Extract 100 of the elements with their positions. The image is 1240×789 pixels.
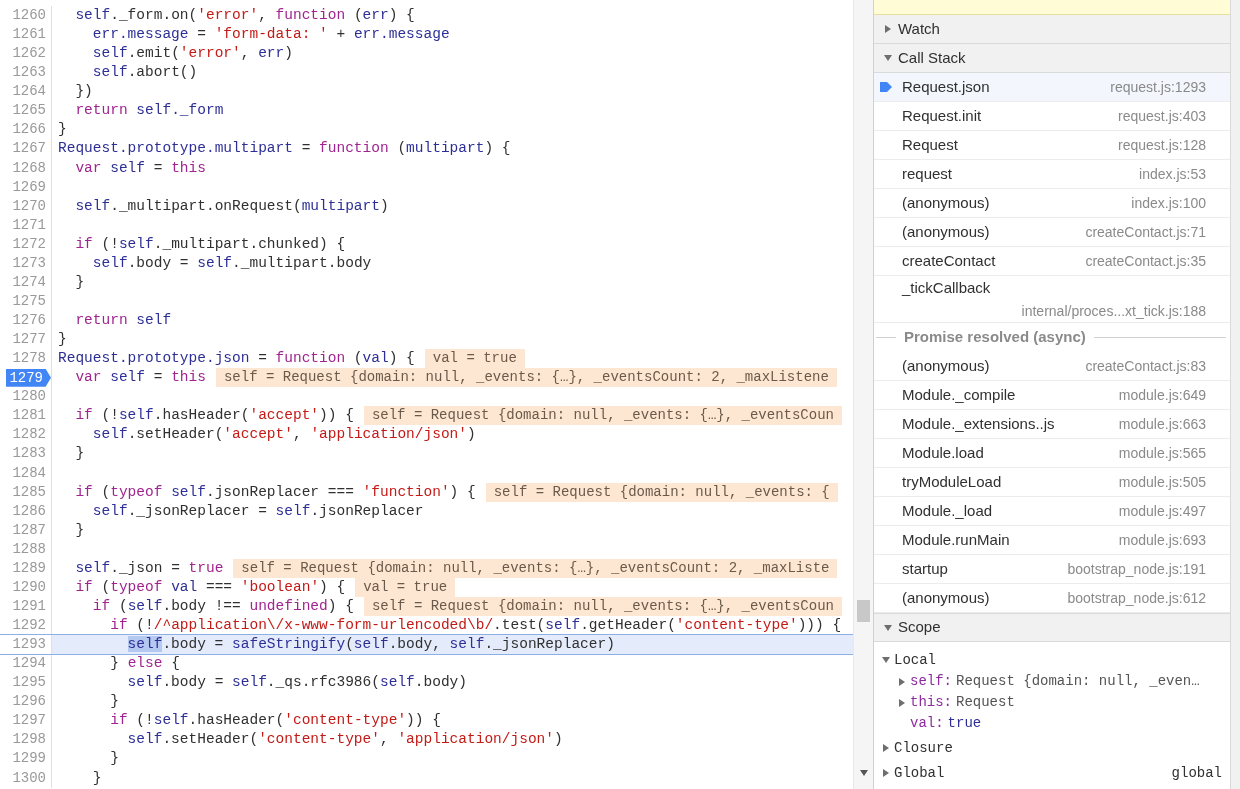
line-number[interactable]: 1288 (0, 539, 46, 559)
line-number[interactable]: 1283 (0, 444, 46, 464)
section-header[interactable]: Watch (874, 15, 1230, 44)
frame-name: Module._load (902, 500, 993, 521)
line-number[interactable]: 1274 (0, 272, 46, 292)
frame-location: module.js:663 (1118, 414, 1206, 434)
async-separator: Promise resolved (async) (904, 327, 1086, 348)
collapsed-triangle-icon[interactable] (882, 744, 890, 752)
line-number[interactable]: 1268 (0, 158, 46, 178)
collapsed-triangle-icon[interactable] (882, 769, 890, 777)
frame-location: createContact.js:35 (1085, 251, 1206, 271)
line-number[interactable]: 1270 (0, 196, 46, 216)
code-line: } (109, 692, 119, 712)
line-number[interactable]: 1269 (0, 177, 46, 197)
code-line: self.body = self._qs.rfc3986(self.body) (126, 673, 467, 693)
line-number[interactable]: 1272 (0, 234, 46, 254)
line-number[interactable]: 1277 (0, 330, 46, 350)
expanded-triangle-icon[interactable] (884, 54, 892, 62)
inline-value: self = Request {domain: null, _events: {…}, _eventsCount: 2, _maxListe (233, 558, 838, 578)
frame-location: module.js:649 (1118, 385, 1206, 405)
line-number[interactable]: 1278 (0, 349, 46, 369)
frame-location: request.js:1293 (1110, 77, 1206, 97)
line-number[interactable]: 1292 (0, 616, 46, 636)
scope-group[interactable]: Closure (874, 737, 1230, 759)
code-line: Request.prototype.json = function (val) { (58, 349, 415, 369)
section-header[interactable]: Scope (874, 613, 1230, 642)
line-number[interactable]: 1282 (0, 425, 46, 445)
code-line: self._json = true (74, 558, 224, 578)
frame-location: createContact.js:83 (1085, 356, 1206, 376)
frame-name: request (902, 163, 953, 184)
code-line: self._jsonReplacer = self.jsonReplacer (91, 501, 424, 521)
line-number[interactable]: 1291 (0, 596, 46, 616)
frame-name: Request.json (902, 76, 990, 97)
line-number[interactable]: 1265 (0, 101, 46, 121)
scroll-down-icon[interactable] (860, 770, 868, 776)
line-number[interactable]: 1275 (0, 291, 46, 311)
code-line: } (58, 120, 67, 140)
frame-name: startup (902, 558, 948, 579)
line-number[interactable]: 1260 (0, 6, 46, 26)
scope-group[interactable]: Global global (874, 762, 1230, 784)
line-number[interactable]: 1285 (0, 482, 46, 502)
collapsed-triangle-icon[interactable] (884, 25, 892, 33)
frame-name: Request.init (902, 105, 982, 126)
line-number[interactable]: 1271 (0, 215, 46, 235)
code-line: if (!self.hasHeader('accept')) { (74, 406, 354, 426)
frame-location: module.js:497 (1118, 501, 1206, 521)
scope-property[interactable]: self: Request {domain: null, _even… (874, 671, 1230, 692)
code-line: var self = this (74, 368, 206, 388)
scope-group[interactable]: Local (874, 649, 1230, 671)
code-line: } else { (109, 654, 180, 674)
frame-location: request.js:128 (1118, 135, 1206, 155)
line-number[interactable]: 1267 (0, 139, 46, 159)
line-number[interactable]: 1295 (0, 673, 46, 693)
section-header[interactable]: Call Stack (874, 44, 1230, 73)
frame-name: Module.load (902, 442, 984, 463)
line-number[interactable]: 1263 (0, 63, 46, 83)
scope-property[interactable]: val: true (874, 713, 1230, 734)
frame-name: Module._compile (902, 384, 1016, 405)
frame-location: bootstrap_node.js:612 (1067, 588, 1206, 608)
line-number[interactable]: 1276 (0, 311, 46, 331)
code-line: }) (74, 82, 93, 102)
expanded-triangle-icon[interactable] (882, 656, 890, 664)
sidebar-scrollbar[interactable] (1230, 0, 1240, 789)
expanded-triangle-icon[interactable] (884, 623, 892, 632)
collapsed-triangle-icon[interactable] (898, 698, 906, 707)
line-number[interactable]: 1281 (0, 406, 46, 426)
line-number[interactable]: 1286 (0, 501, 46, 521)
line-number[interactable]: 1290 (0, 577, 46, 597)
line-number[interactable]: 1266 (0, 120, 46, 140)
code-line: self.body = self._multipart.body (91, 253, 372, 273)
line-number[interactable]: 1287 (0, 520, 46, 540)
line-number[interactable]: 1262 (0, 44, 46, 64)
breakpoint-marker[interactable]: 1279 (6, 368, 51, 387)
line-number[interactable]: 1273 (0, 253, 46, 273)
inline-value: self = Request {domain: null, _events: {…}, _eventsCoun (363, 406, 842, 426)
vertical-scrollbar[interactable] (853, 0, 873, 789)
frame-name: (anonymous) (902, 221, 990, 242)
frame-location: module.js:693 (1118, 530, 1206, 550)
line-number[interactable]: 1261 (0, 25, 46, 45)
code-line: self.emit('error', err) (91, 44, 293, 64)
line-number[interactable]: 1284 (0, 463, 46, 483)
inline-value: self = Request {domain: null, _events: { (485, 482, 838, 502)
line-number[interactable]: 1264 (0, 82, 46, 102)
collapsed-triangle-icon[interactable] (898, 677, 906, 686)
line-number[interactable]: 1280 (0, 387, 46, 407)
line-number[interactable]: 1296 (0, 692, 46, 712)
scrollbar-thumb[interactable] (857, 600, 870, 622)
code-line: self.setHeader('accept', 'application/json') (91, 425, 476, 445)
code-line: return self._form (74, 101, 224, 121)
line-number[interactable]: 1294 (0, 654, 46, 674)
line-number[interactable]: 1297 (0, 711, 46, 731)
line-number[interactable]: 1298 (0, 730, 46, 750)
line-number[interactable]: 1300 (0, 768, 46, 788)
frame-name: Module._extensions..js (902, 413, 1055, 434)
line-number[interactable]: 1289 (0, 558, 46, 578)
scope-property[interactable]: this: Request (874, 692, 1230, 713)
code-line: err.message = 'form-data: ' + err.message (91, 25, 450, 45)
call-frame[interactable]: Request.json request.js:1293 (874, 73, 1230, 102)
code-line: Request.prototype.multipart = function (multipart) { (58, 139, 511, 159)
line-number[interactable]: 1299 (0, 749, 46, 769)
